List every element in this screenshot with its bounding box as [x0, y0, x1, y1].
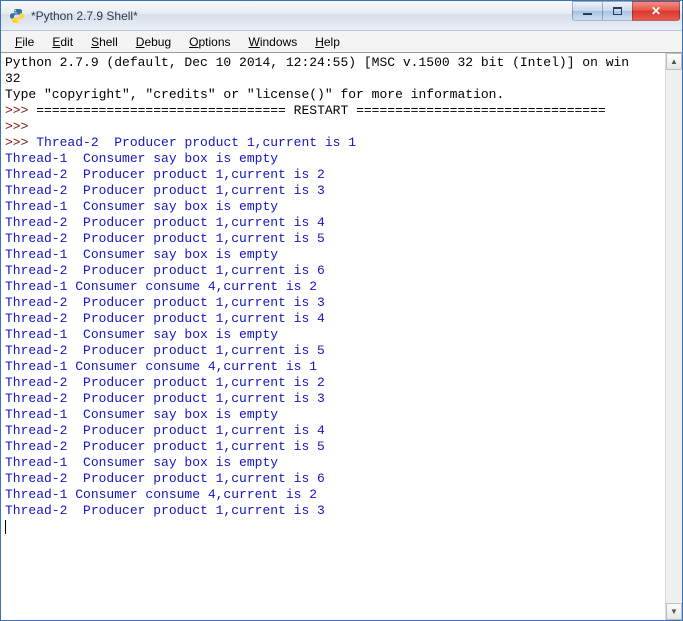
menu-windows[interactable]: Windows [241, 33, 306, 51]
maximize-button[interactable] [602, 1, 632, 21]
close-icon: ✕ [651, 5, 661, 17]
menu-shell[interactable]: Shell [83, 33, 126, 51]
menubar: File Edit Shell Debug Options Windows He… [1, 31, 682, 53]
vertical-scrollbar[interactable]: ▲ ▼ [665, 53, 682, 620]
window-controls: ✕ [572, 1, 680, 21]
menu-options[interactable]: Options [181, 33, 238, 51]
titlebar[interactable]: *Python 2.7.9 Shell* ✕ [1, 1, 682, 31]
maximize-icon [613, 7, 622, 15]
menu-help[interactable]: Help [307, 33, 348, 51]
menu-debug[interactable]: Debug [128, 33, 179, 51]
menu-edit[interactable]: Edit [44, 33, 81, 51]
close-button[interactable]: ✕ [632, 1, 680, 21]
scrollbar-track[interactable] [666, 70, 682, 603]
scroll-up-button[interactable]: ▲ [666, 53, 682, 70]
minimize-button[interactable] [572, 1, 602, 21]
minimize-icon [583, 13, 592, 15]
console-area: Python 2.7.9 (default, Dec 10 2014, 12:2… [1, 53, 682, 620]
console-output[interactable]: Python 2.7.9 (default, Dec 10 2014, 12:2… [1, 53, 665, 620]
python-icon [9, 8, 25, 24]
scroll-down-button[interactable]: ▼ [666, 603, 682, 620]
python-shell-window: *Python 2.7.9 Shell* ✕ File Edit Shell D… [0, 0, 683, 621]
menu-file[interactable]: File [7, 33, 42, 51]
window-title: *Python 2.7.9 Shell* [31, 9, 572, 23]
